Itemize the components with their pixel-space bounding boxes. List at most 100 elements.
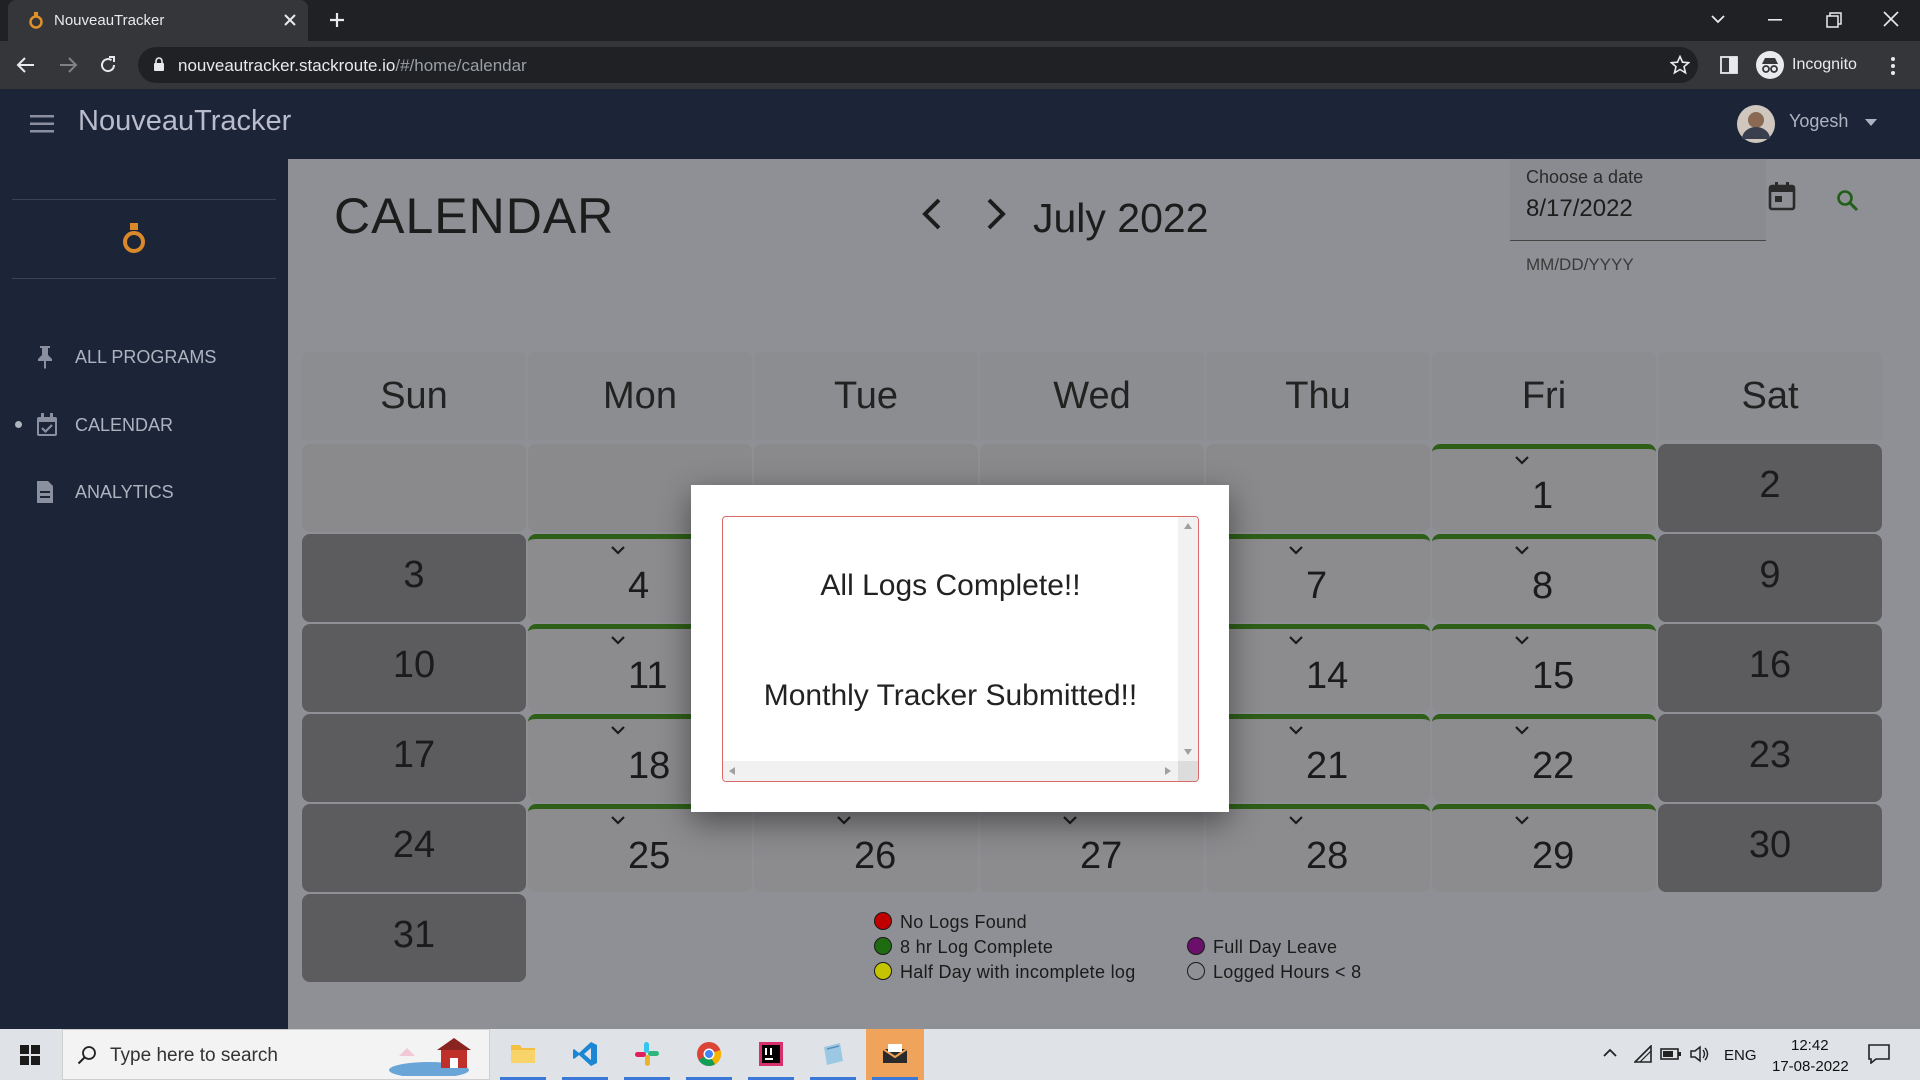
chevron-down-icon[interactable] — [1288, 635, 1304, 645]
chevron-down-icon[interactable] — [1288, 725, 1304, 735]
scroll-left-arrow-icon[interactable] — [729, 767, 735, 775]
legend-label: No Logs Found — [900, 912, 1027, 932]
weekday-header: Thu — [1206, 352, 1430, 440]
legend-dot-half-day — [874, 962, 892, 980]
horizontal-scrollbar[interactable] — [723, 761, 1180, 781]
chevron-down-icon[interactable] — [610, 635, 626, 645]
url-text[interactable]: nouveautracker.stackroute.io/#/home/cale… — [178, 56, 527, 76]
day-cell[interactable]: 21 — [1206, 714, 1430, 802]
day-cell[interactable]: 14 — [1206, 624, 1430, 712]
taskbar-file-explorer[interactable] — [494, 1029, 552, 1080]
month-label: July 2022 — [1033, 195, 1209, 241]
network-icon[interactable] — [1634, 1045, 1652, 1063]
taskbar-slack[interactable] — [618, 1029, 676, 1080]
user-menu[interactable]: Yogesh — [1737, 103, 1897, 145]
back-arrow-icon[interactable] — [16, 55, 36, 75]
browser-tab[interactable]: NouveauTracker — [8, 0, 308, 41]
incognito-profile-button[interactable]: Incognito — [1752, 47, 1870, 83]
clock-date[interactable]: 17-08-2022 — [1772, 1058, 1849, 1075]
calendar-picker-icon[interactable] — [1768, 181, 1796, 211]
day-cell[interactable]: 25 — [528, 804, 752, 892]
tab-search-chevron-icon[interactable] — [1710, 14, 1726, 24]
day-cell[interactable]: 22 — [1432, 714, 1656, 802]
app-root: NouveauTracker Yogesh ALL PROGRAMS CALEN… — [0, 89, 1920, 1029]
taskbar-mail[interactable] — [866, 1029, 924, 1080]
hamburger-menu-icon[interactable] — [30, 114, 54, 134]
tray-chevron-up-icon[interactable] — [1603, 1048, 1617, 1057]
day-cell-weekend[interactable]: 24 — [302, 804, 526, 892]
chevron-down-icon[interactable] — [1062, 815, 1078, 825]
restore-icon[interactable] — [1826, 12, 1842, 28]
day-cell-weekend[interactable]: 17 — [302, 714, 526, 802]
sidebar-item-all-programs[interactable]: ALL PROGRAMS — [0, 335, 288, 379]
scroll-up-arrow-icon[interactable] — [1184, 523, 1192, 529]
chevron-down-icon[interactable] — [1514, 635, 1530, 645]
forward-arrow-icon[interactable] — [58, 55, 78, 75]
clock-time[interactable]: 12:42 — [1791, 1037, 1829, 1054]
date-picker-field[interactable]: Choose a date 8/17/2022 — [1510, 159, 1796, 241]
day-cell-weekend[interactable]: 16 — [1658, 624, 1882, 712]
day-cell-weekend[interactable]: 30 — [1658, 804, 1882, 892]
incognito-icon — [1756, 51, 1784, 79]
day-cell-weekend[interactable]: 3 — [302, 534, 526, 622]
scroll-right-arrow-icon[interactable] — [1165, 767, 1171, 775]
prev-month-chevron-icon[interactable] — [920, 197, 942, 231]
taskbar-search-box[interactable]: Type here to search — [62, 1029, 490, 1080]
taskbar-chrome[interactable] — [680, 1029, 738, 1080]
dialog-message-line1: All Logs Complete!! — [820, 569, 1081, 602]
sidebar-item-calendar[interactable]: CALENDAR — [0, 403, 288, 447]
chevron-down-icon[interactable] — [1288, 815, 1304, 825]
day-cell[interactable]: 15 — [1432, 624, 1656, 712]
search-icon[interactable] — [1836, 189, 1860, 213]
tab-close-icon[interactable] — [282, 12, 298, 28]
sidebar-item-analytics[interactable]: ANALYTICS — [0, 470, 288, 514]
day-cell[interactable]: 27 — [980, 804, 1204, 892]
date-input-value[interactable]: 8/17/2022 — [1526, 195, 1633, 223]
day-cell[interactable]: 8 — [1432, 534, 1656, 622]
day-cell[interactable]: 7 — [1206, 534, 1430, 622]
chevron-down-icon[interactable] — [1514, 815, 1530, 825]
day-cell-weekend[interactable]: 23 — [1658, 714, 1882, 802]
chevron-down-icon[interactable] — [1514, 725, 1530, 735]
reload-icon[interactable] — [98, 55, 118, 75]
browser-toolbar: nouveautracker.stackroute.io/#/home/cale… — [0, 41, 1920, 89]
taskbar-vscode[interactable] — [556, 1029, 614, 1080]
bookmark-star-icon[interactable] — [1670, 55, 1690, 75]
day-cell[interactable]: 28 — [1206, 804, 1430, 892]
minimize-icon[interactable] — [1768, 19, 1782, 21]
day-cell-weekend[interactable]: 9 — [1658, 534, 1882, 622]
chevron-down-icon[interactable] — [1514, 545, 1530, 555]
next-month-chevron-icon[interactable] — [986, 197, 1008, 231]
chevron-down-icon[interactable] — [836, 815, 852, 825]
sidebar: ALL PROGRAMS CALENDAR ANALYTICS — [0, 159, 288, 1029]
scroll-down-arrow-icon[interactable] — [1184, 749, 1192, 755]
dialog-scroll-area[interactable]: All Logs Complete!! Monthly Tracker Subm… — [722, 516, 1199, 782]
window-close-icon[interactable] — [1883, 11, 1899, 27]
dialog-message-line2: Monthly Tracker Submitted!! — [763, 679, 1138, 712]
day-cell-weekend[interactable]: 10 — [302, 624, 526, 712]
battery-icon[interactable] — [1660, 1047, 1682, 1061]
new-tab-icon[interactable] — [328, 11, 346, 29]
day-cell-weekend[interactable]: 2 — [1658, 444, 1882, 532]
volume-icon[interactable] — [1690, 1045, 1710, 1063]
chevron-down-icon[interactable] — [610, 545, 626, 555]
browser-menu-icon[interactable] — [1890, 56, 1896, 76]
chevron-down-icon[interactable] — [610, 725, 626, 735]
lock-icon[interactable] — [153, 57, 165, 72]
chevron-down-icon[interactable] — [1514, 455, 1530, 465]
day-cell[interactable]: 1 — [1432, 444, 1656, 532]
vertical-scrollbar[interactable] — [1178, 517, 1198, 763]
chevron-down-icon[interactable] — [610, 815, 626, 825]
day-cell[interactable]: 26 — [754, 804, 978, 892]
notification-icon[interactable] — [1868, 1044, 1890, 1064]
day-cell[interactable]: 29 — [1432, 804, 1656, 892]
chevron-down-icon[interactable] — [1288, 545, 1304, 555]
address-bar[interactable]: nouveautracker.stackroute.io/#/home/cale… — [138, 47, 1698, 83]
language-indicator[interactable]: ENG — [1724, 1047, 1757, 1064]
chrome-icon — [696, 1041, 722, 1067]
windows-start-icon[interactable] — [20, 1045, 40, 1065]
day-cell-weekend[interactable]: 31 — [302, 894, 526, 982]
taskbar-app-generic[interactable] — [804, 1029, 862, 1080]
side-panel-icon[interactable] — [1720, 56, 1738, 74]
taskbar-intellij[interactable] — [742, 1029, 800, 1080]
